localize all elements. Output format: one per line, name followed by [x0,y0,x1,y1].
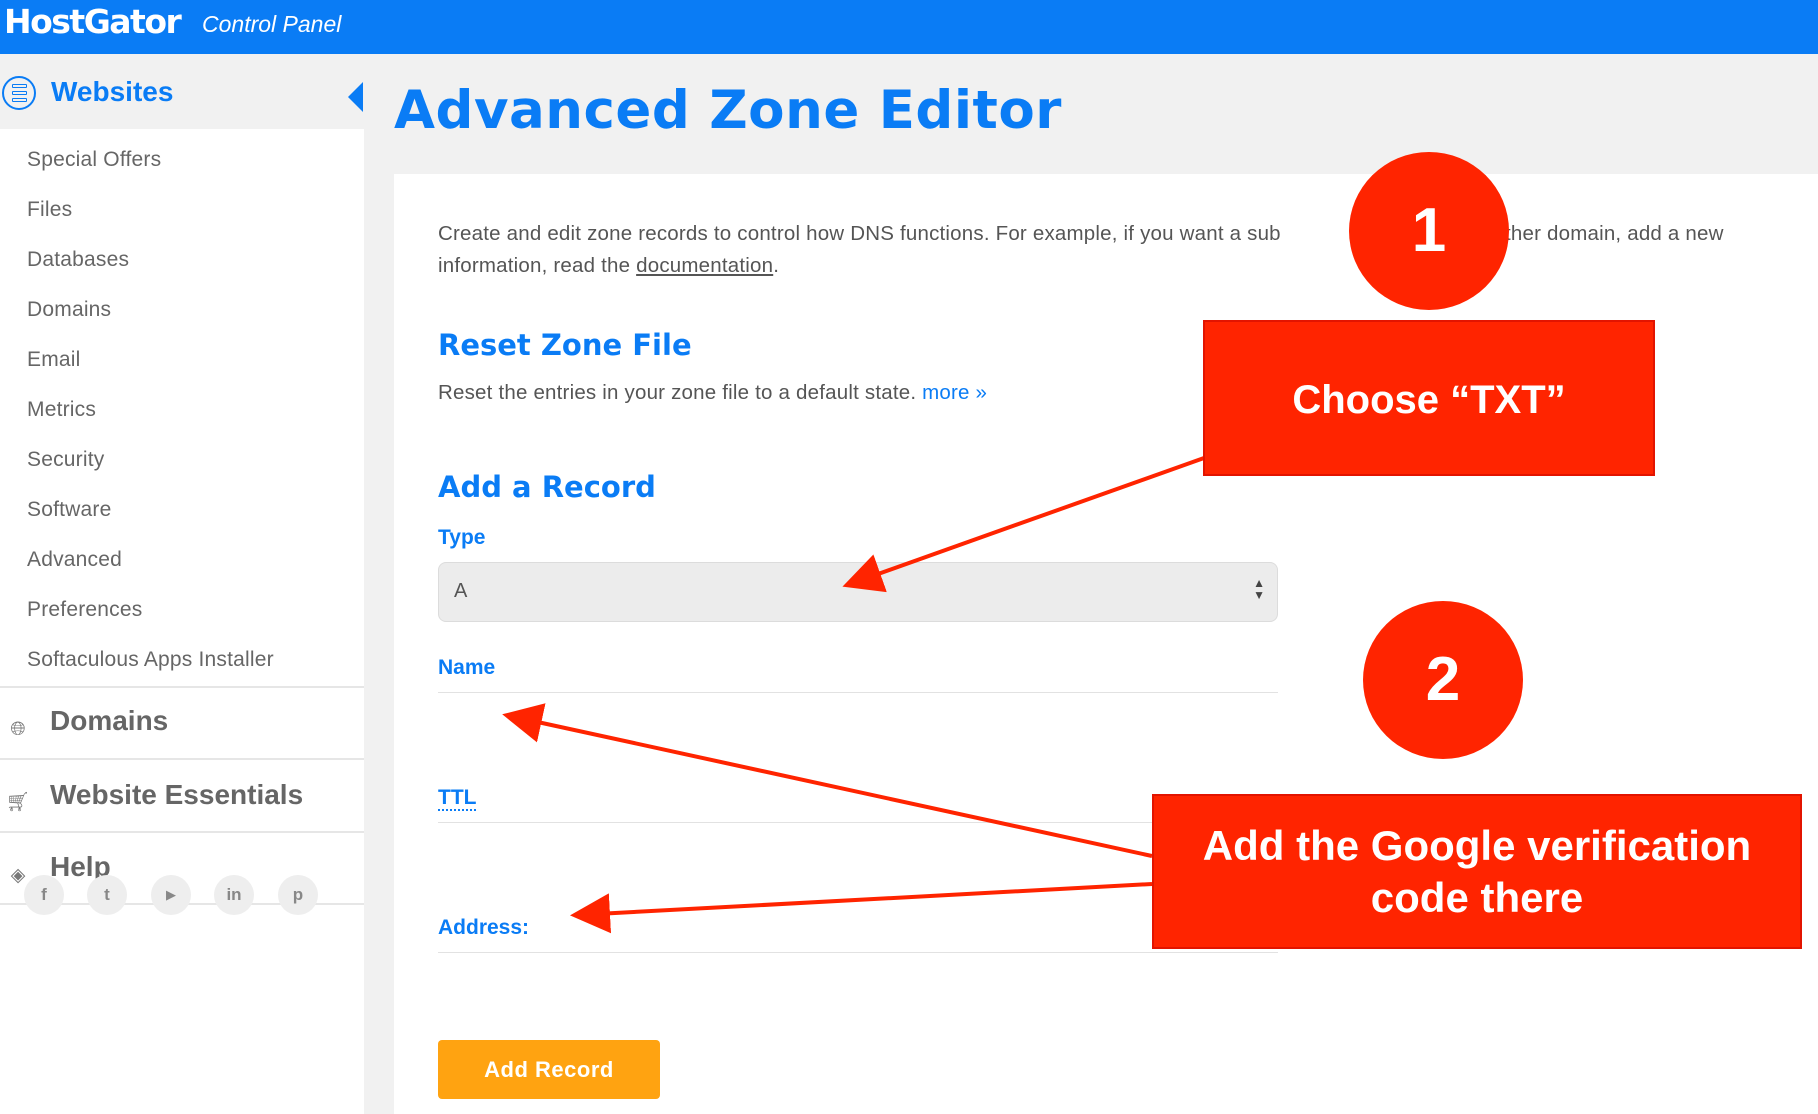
arrow-to-address-field [570,882,1153,934]
callout-line-2: code there [1370,874,1584,921]
arrow-to-name-field [502,703,1153,858]
callout-line-1: Add the Google verification [1202,822,1752,869]
step-1-badge: 1 [1349,152,1509,310]
callout-add-verification: Add the Google verification code there [1152,794,1802,949]
callout-choose-txt: Choose “TXT” [1203,320,1655,476]
step-2-badge: 2 [1363,601,1523,759]
arrow-to-type-select [842,456,1205,593]
